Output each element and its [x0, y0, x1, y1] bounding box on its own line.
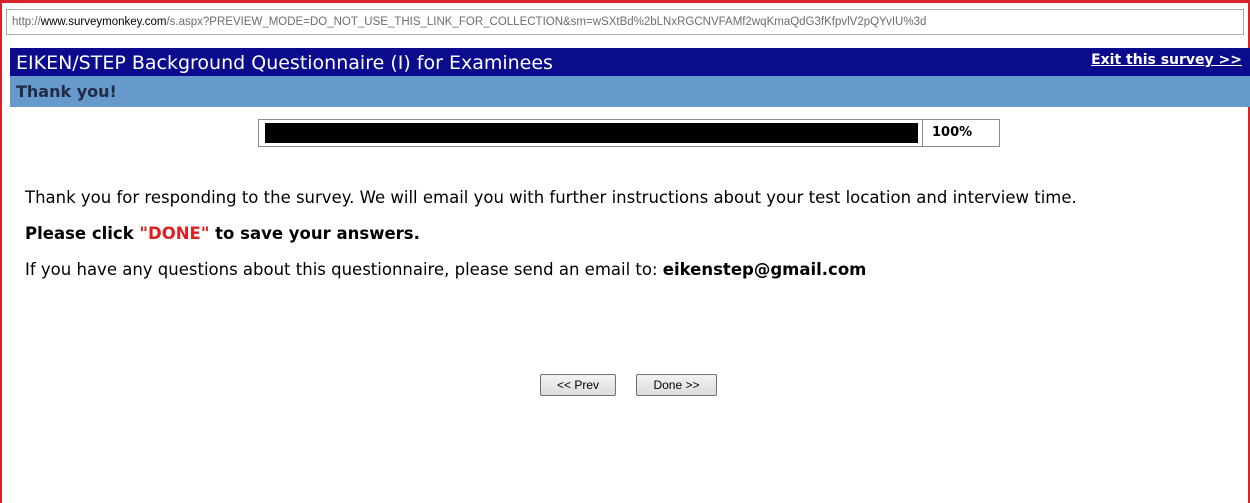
url-path: /s.aspx?PREVIEW_MODE=DO_NOT_USE_THIS_LIN…: [166, 16, 927, 28]
survey-content: Thank you for responding to the survey. …: [25, 188, 1215, 280]
done-button[interactable]: Done >>: [636, 374, 717, 396]
progress-percent: 100%: [923, 119, 1000, 147]
survey-title: EIKEN/STEP Background Questionnaire (I) …: [16, 52, 553, 74]
done-keyword: "DONE": [139, 224, 210, 243]
page-title: Thank you!: [16, 82, 117, 101]
instruction-suffix: to save your answers.: [209, 224, 420, 243]
contact-text: If you have any questions about this que…: [25, 260, 663, 279]
prev-button[interactable]: << Prev: [540, 374, 616, 396]
address-bar[interactable]: http://www.surveymonkey.com/s.aspx?PREVI…: [6, 9, 1244, 35]
contact-email: eikenstep@gmail.com: [662, 260, 867, 279]
survey-title-bar: EIKEN/STEP Background Questionnaire (I) …: [10, 48, 1250, 76]
url-scheme: http://: [12, 16, 41, 28]
contact-message: If you have any questions about this que…: [25, 260, 1215, 280]
instruction-prefix: Please click: [25, 224, 140, 243]
progress-fill: [265, 123, 918, 143]
exit-survey-link[interactable]: Exit this survey >>: [1091, 51, 1242, 69]
thank-you-message: Thank you for responding to the survey. …: [25, 188, 1077, 207]
progress-track: [258, 119, 923, 147]
progress-bar: 100%: [258, 119, 1000, 147]
url-host: www.surveymonkey.com: [40, 16, 167, 28]
page-header: Thank you!: [10, 76, 1250, 107]
done-instruction: Please click "DONE" to save your answers…: [25, 224, 1215, 244]
